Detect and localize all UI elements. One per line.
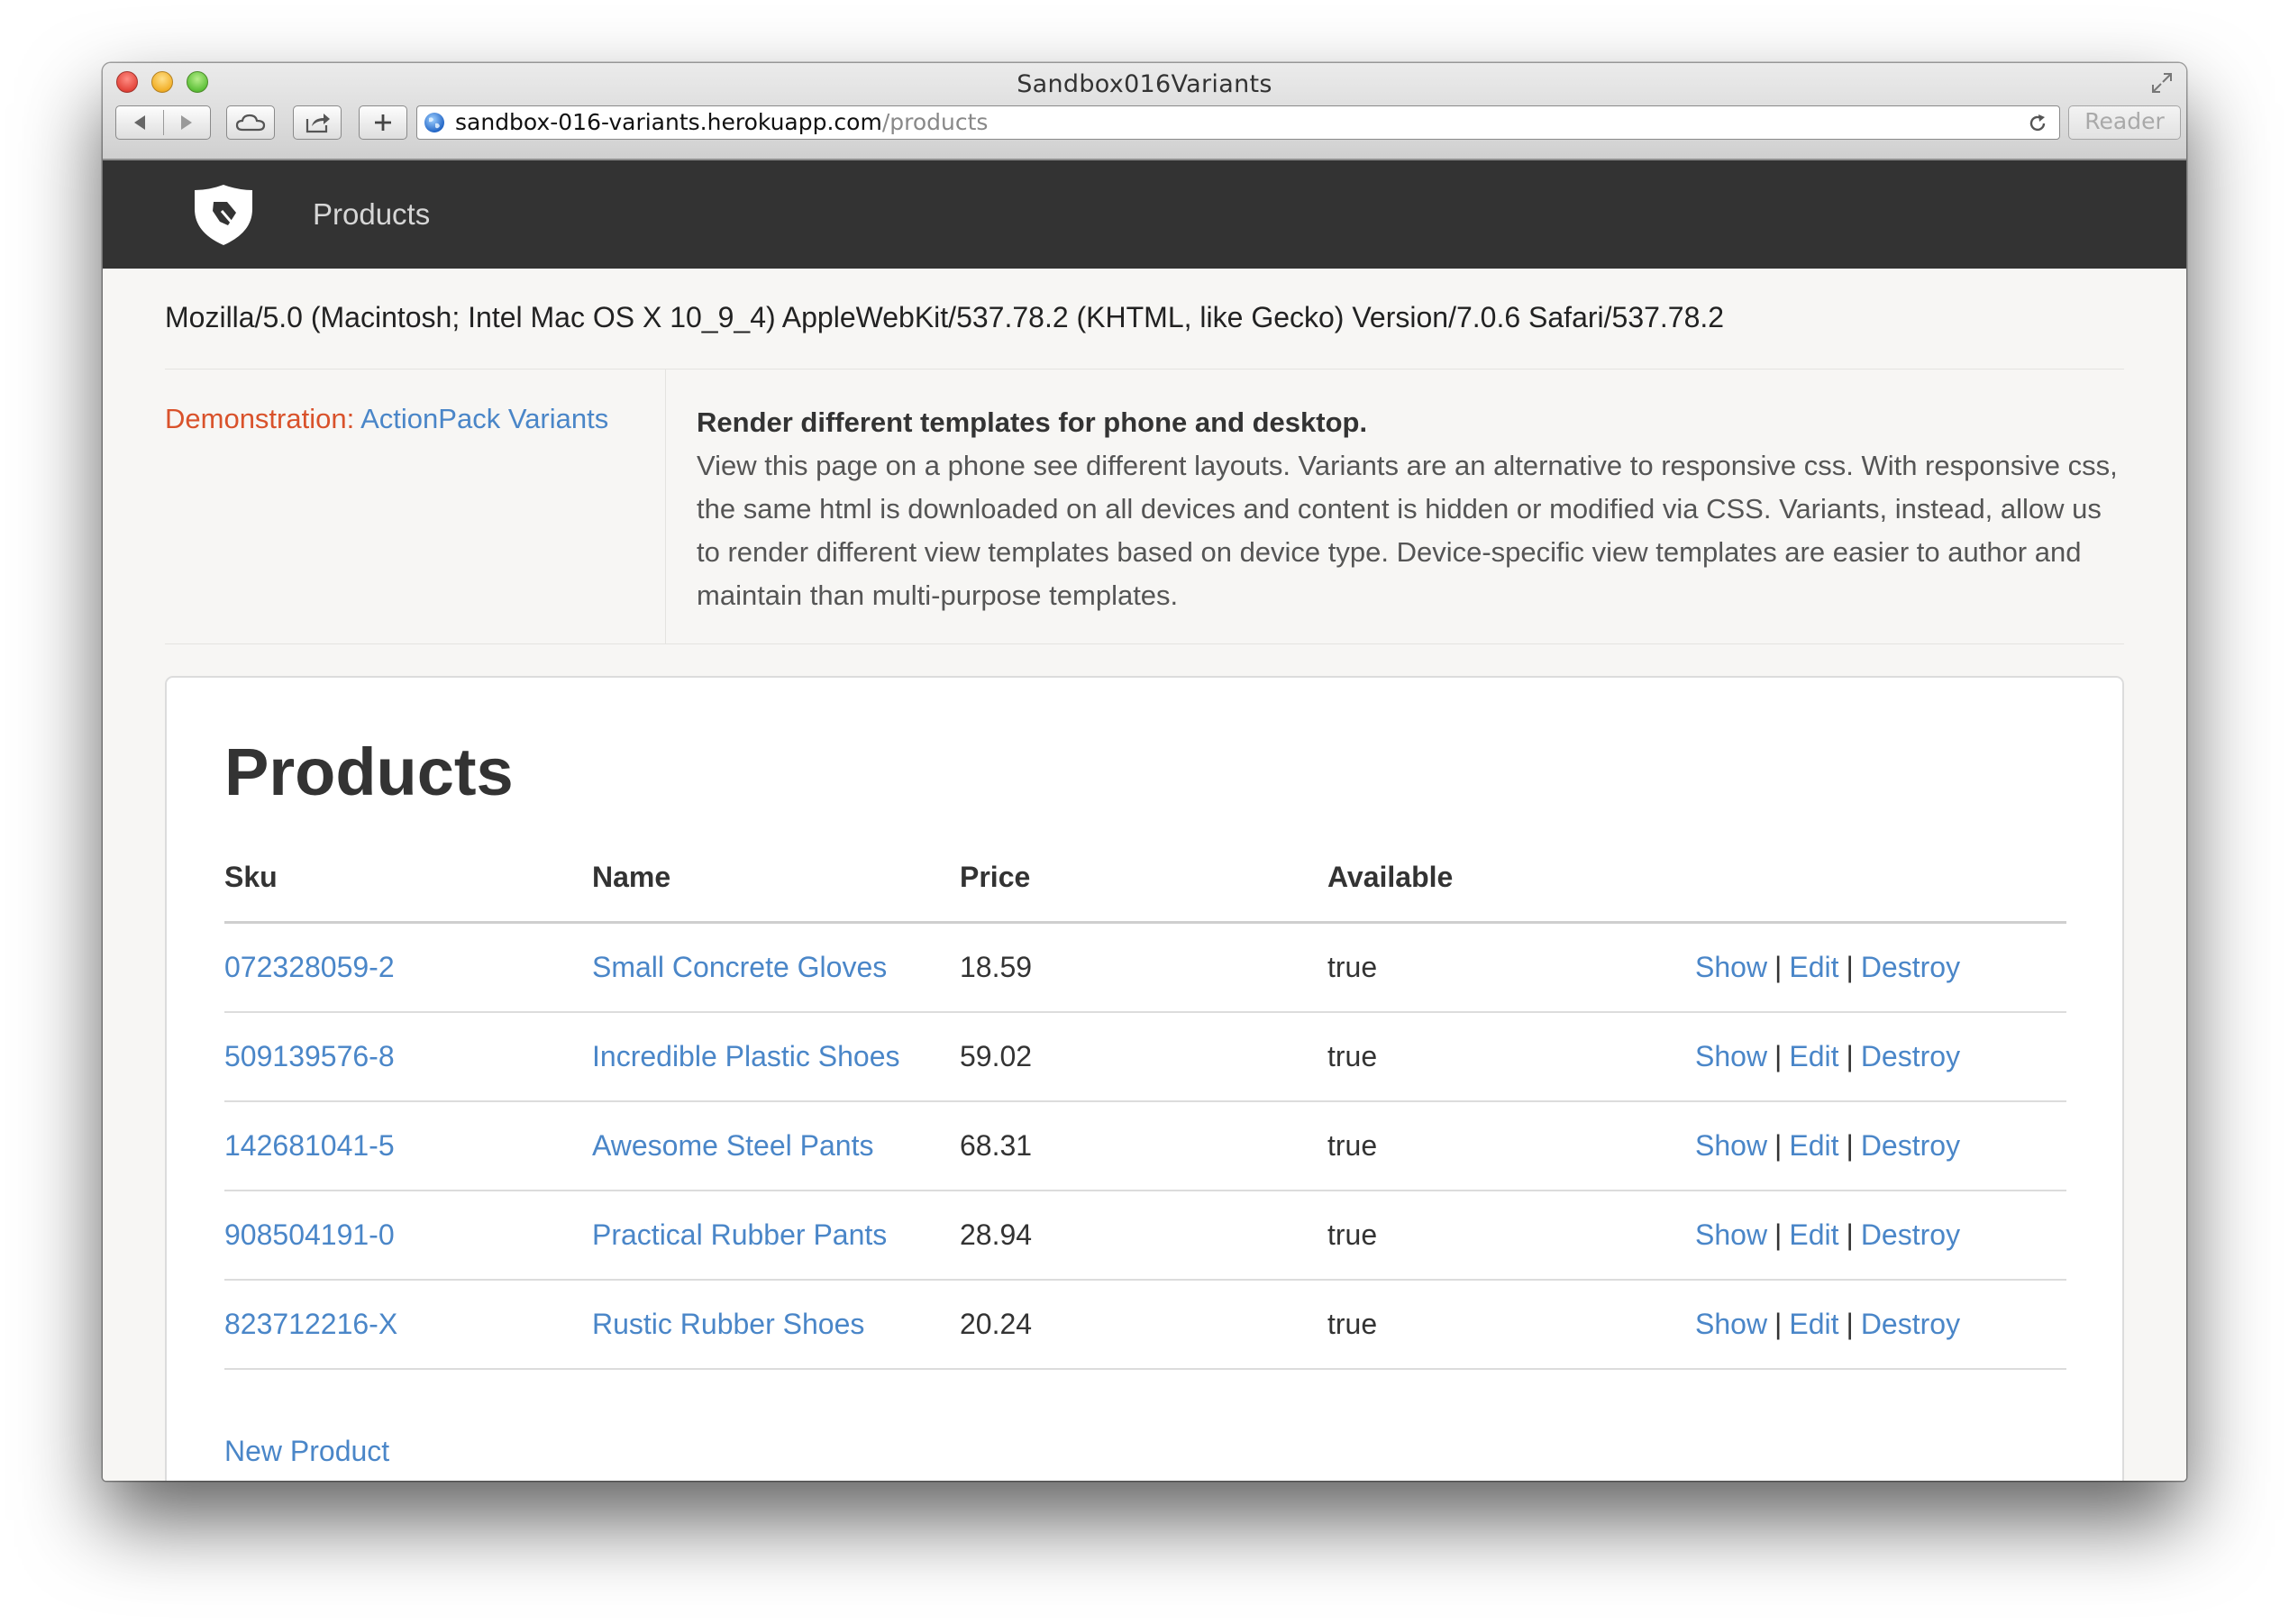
column-header-sku: Sku <box>224 833 592 924</box>
divider <box>165 643 2124 644</box>
shield-logo-icon[interactable] <box>191 182 256 247</box>
product-name-link[interactable]: Small Concrete Gloves <box>592 951 887 983</box>
back-forward-buttons[interactable] <box>115 105 211 140</box>
browser-toolbar: Sandbox016Variants sandbox-016-variants.… <box>103 63 2186 160</box>
action-separator: | <box>1846 951 1854 983</box>
action-separator: | <box>1774 1129 1783 1162</box>
action-separator: | <box>1774 1308 1783 1340</box>
available-cell: true <box>1327 922 1695 1013</box>
action-separator: | <box>1774 951 1783 983</box>
description-body: View this page on a phone see different … <box>697 450 2118 611</box>
share-icon <box>306 114 330 133</box>
show-link[interactable]: Show <box>1695 1040 1767 1072</box>
action-separator: | <box>1846 1218 1854 1251</box>
column-header-actions <box>1695 833 2066 924</box>
page-title: Products <box>224 734 514 809</box>
globe-icon <box>424 113 444 132</box>
new-tab-button[interactable] <box>359 105 407 140</box>
edit-link[interactable]: Edit <box>1789 1040 1838 1072</box>
row-actions: Show | Edit | Destroy <box>1695 1191 2066 1281</box>
product-name-link[interactable]: Practical Rubber Pants <box>592 1218 887 1251</box>
show-link[interactable]: Show <box>1695 1218 1767 1251</box>
plus-icon <box>375 114 391 131</box>
price-cell: 18.59 <box>960 922 1327 1013</box>
cloud-icon <box>235 114 266 132</box>
edit-link[interactable]: Edit <box>1789 1218 1838 1251</box>
price-cell: 68.31 <box>960 1101 1327 1191</box>
table-row: 908504191-0 Practical Rubber Pants 28.94… <box>224 1191 2066 1281</box>
column-header-price: Price <box>960 833 1327 924</box>
available-cell: true <box>1327 1280 1695 1370</box>
action-separator: | <box>1846 1040 1854 1072</box>
show-link[interactable]: Show <box>1695 1129 1767 1162</box>
share-button[interactable] <box>293 105 342 140</box>
url-text: sandbox-016-variants.herokuapp.com/produ… <box>455 109 989 135</box>
table-row: 142681041-5 Awesome Steel Pants 68.31 tr… <box>224 1101 2066 1191</box>
action-separator: | <box>1774 1040 1783 1072</box>
destroy-link[interactable]: Destroy <box>1861 1129 1960 1162</box>
user-agent-text: Mozilla/5.0 (Macintosh; Intel Mac OS X 1… <box>165 301 1725 333</box>
site-navbar: Products <box>103 160 2186 269</box>
reader-button[interactable]: Reader <box>2068 105 2181 140</box>
available-cell: true <box>1327 1191 1695 1281</box>
show-link[interactable]: Show <box>1695 1308 1767 1340</box>
browser-window: Sandbox016Variants sandbox-016-variants.… <box>103 63 2186 1481</box>
price-cell: 28.94 <box>960 1191 1327 1281</box>
forward-arrow-icon[interactable] <box>163 109 210 136</box>
divider <box>165 369 2124 370</box>
row-actions: Show | Edit | Destroy <box>1695 1101 2066 1191</box>
destroy-link[interactable]: Destroy <box>1861 1308 1960 1340</box>
edit-link[interactable]: Edit <box>1789 1129 1838 1162</box>
web-page: Products Mozilla/5.0 (Macintosh; Intel M… <box>103 160 2186 1481</box>
sku-link[interactable]: 142681041-5 <box>224 1129 395 1162</box>
row-actions: Show | Edit | Destroy <box>1695 1012 2066 1102</box>
fullscreen-icon[interactable] <box>2150 71 2174 95</box>
product-name-link[interactable]: Rustic Rubber Shoes <box>592 1308 864 1340</box>
products-table: Sku Name Price Available 072328059-2 Sma… <box>224 833 2066 1370</box>
table-row: 823712216-X Rustic Rubber Shoes 20.24 tr… <box>224 1280 2066 1370</box>
column-header-name: Name <box>592 833 960 924</box>
sku-link[interactable]: 823712216-X <box>224 1308 397 1340</box>
row-actions: Show | Edit | Destroy <box>1695 922 2066 1013</box>
address-bar[interactable]: sandbox-016-variants.herokuapp.com/produ… <box>416 105 2060 140</box>
destroy-link[interactable]: Destroy <box>1861 1040 1960 1072</box>
action-separator: | <box>1846 1308 1854 1340</box>
sku-link[interactable]: 509139576-8 <box>224 1040 395 1072</box>
table-header-row: Sku Name Price Available <box>224 833 2066 924</box>
back-arrow-icon[interactable] <box>116 109 163 136</box>
demonstration-prefix: Demonstration: <box>165 403 355 434</box>
product-name-link[interactable]: Awesome Steel Pants <box>592 1129 873 1162</box>
action-separator: | <box>1846 1129 1854 1162</box>
row-actions: Show | Edit | Destroy <box>1695 1280 2066 1370</box>
destroy-link[interactable]: Destroy <box>1861 1218 1960 1251</box>
destroy-link[interactable]: Destroy <box>1861 951 1960 983</box>
column-header-available: Available <box>1327 833 1695 924</box>
vertical-divider <box>665 370 666 643</box>
table-row: 509139576-8 Incredible Plastic Shoes 59.… <box>224 1012 2066 1102</box>
icloud-tabs-button[interactable] <box>226 105 275 140</box>
sku-link[interactable]: 072328059-2 <box>224 951 395 983</box>
show-link[interactable]: Show <box>1695 951 1767 983</box>
description-title: Render different templates for phone and… <box>697 406 1368 438</box>
sku-link[interactable]: 908504191-0 <box>224 1218 395 1251</box>
action-separator: | <box>1774 1218 1783 1251</box>
available-cell: true <box>1327 1101 1695 1191</box>
new-product-link[interactable]: New Product <box>224 1435 389 1468</box>
edit-link[interactable]: Edit <box>1789 951 1838 983</box>
edit-link[interactable]: Edit <box>1789 1308 1838 1340</box>
reload-icon[interactable] <box>2027 113 2048 134</box>
table-row: 072328059-2 Small Concrete Gloves 18.59 … <box>224 922 2066 1013</box>
price-cell: 59.02 <box>960 1012 1327 1102</box>
product-name-link[interactable]: Incredible Plastic Shoes <box>592 1040 900 1072</box>
demonstration-label: Demonstration: ActionPack Variants <box>165 403 608 435</box>
window-title: Sandbox016Variants <box>1017 70 1272 98</box>
price-cell: 20.24 <box>960 1280 1327 1370</box>
available-cell: true <box>1327 1012 1695 1102</box>
demo-description: Render different templates for phone and… <box>697 401 2120 617</box>
nav-products-link[interactable]: Products <box>313 197 430 232</box>
products-card: Products Sku Name Price Available 072328… <box>165 676 2124 1481</box>
actionpack-variants-link[interactable]: ActionPack Variants <box>360 403 608 434</box>
